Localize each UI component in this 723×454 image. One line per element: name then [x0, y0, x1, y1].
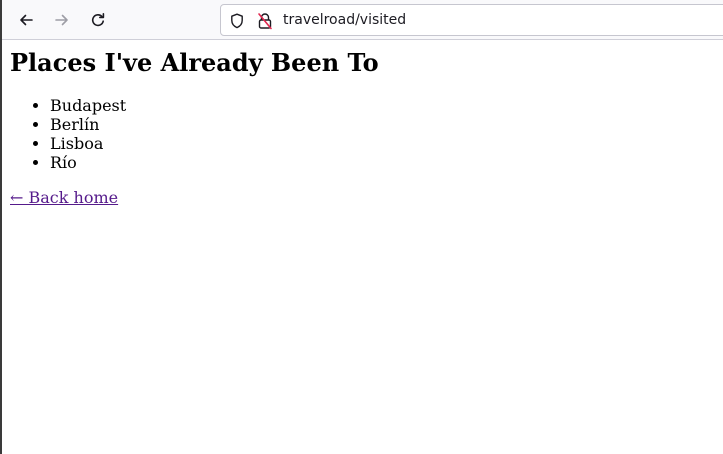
address-bar[interactable]: travelroad/visited [220, 4, 723, 36]
url-text[interactable]: travelroad/visited [283, 11, 406, 29]
list-item-rio: Río [50, 153, 710, 172]
reload-button[interactable] [84, 6, 112, 34]
shield-icon[interactable] [230, 13, 244, 29]
page-content: Places I've Already Been To Budapest Ber… [10, 44, 710, 207]
arrow-left-icon [20, 14, 33, 26]
list-item-budapest: Budapest [50, 96, 710, 115]
browser-toolbar: travelroad/visited [2, 0, 723, 40]
page-title: Places I've Already Been To [10, 48, 379, 77]
arrow-right-icon [55, 14, 68, 26]
list-item-berlin: Berlín [50, 115, 710, 134]
forward-button[interactable] [48, 6, 76, 34]
insecure-lock-icon[interactable] [257, 12, 273, 30]
reload-icon [91, 13, 105, 27]
list-item-lisboa: Lisboa [50, 134, 710, 153]
window-left-edge [0, 0, 2, 454]
back-home-link[interactable]: ← Back home [10, 188, 118, 207]
places-list: Budapest Berlín Lisboa Río [10, 96, 710, 172]
back-button[interactable] [12, 6, 40, 34]
